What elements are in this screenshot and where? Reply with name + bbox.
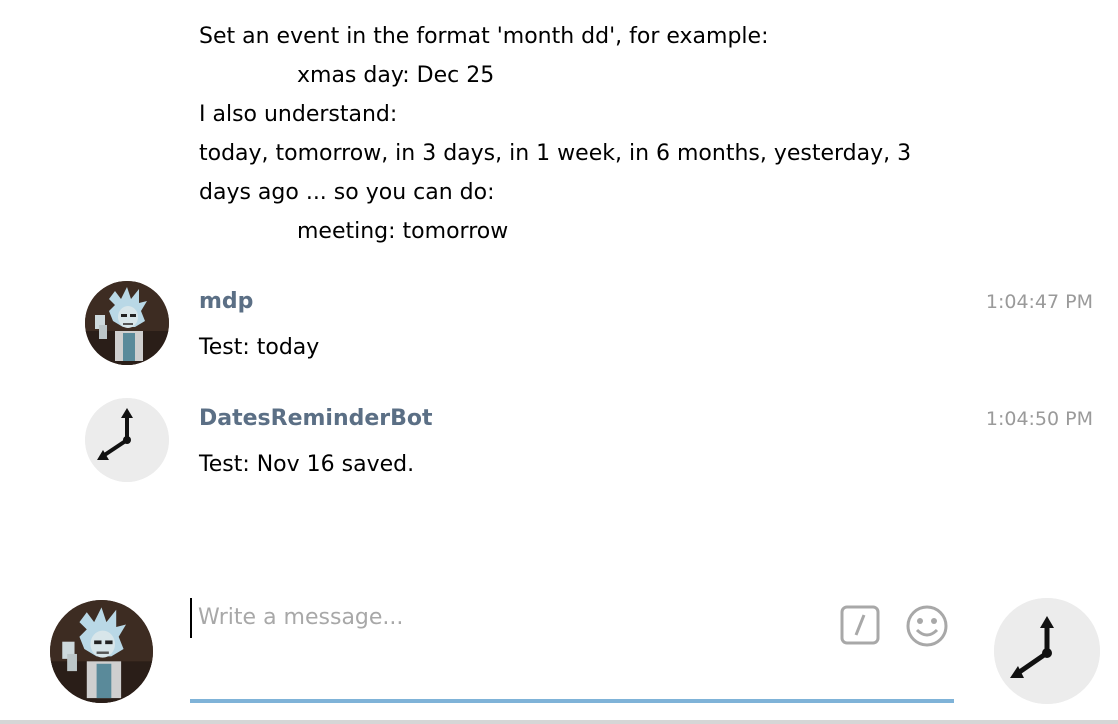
message-text-user: Test: today bbox=[199, 335, 320, 360]
message-time-bot: 1:04:50 PM bbox=[985, 408, 1093, 430]
clock-hands-icon bbox=[85, 398, 169, 482]
bot-avatar[interactable] bbox=[85, 398, 169, 482]
help-line-1: Set an event in the format 'month dd', f… bbox=[199, 24, 769, 49]
message-sender-user[interactable]: mdp bbox=[199, 289, 253, 315]
clock-bot-icon bbox=[994, 598, 1100, 704]
message-time-user: 1:04:47 PM bbox=[985, 291, 1093, 313]
message-input[interactable] bbox=[190, 598, 830, 638]
help-line-2: xmas day: Dec 25 bbox=[297, 63, 495, 88]
self-avatar[interactable] bbox=[50, 600, 153, 703]
help-line-6: meeting: tomorrow bbox=[297, 219, 509, 244]
slash-command-icon bbox=[840, 605, 880, 645]
window-bottom-border bbox=[0, 720, 1118, 724]
input-underline bbox=[190, 699, 954, 703]
clipped-glyph-icon bbox=[199, 0, 229, 3]
help-line-4: today, tomorrow, in 3 days, in 1 week, i… bbox=[199, 141, 912, 166]
smiley-icon bbox=[906, 605, 948, 647]
emoji-button[interactable] bbox=[905, 604, 949, 648]
help-line-5: days ago ... so you can do: bbox=[199, 180, 495, 205]
clipped-text-remnant bbox=[199, 0, 229, 8]
rick-avatar-icon bbox=[50, 600, 153, 703]
message-sender-bot[interactable]: DatesReminderBot bbox=[199, 406, 433, 432]
help-line-3: I also understand: bbox=[199, 102, 398, 127]
commands-button[interactable] bbox=[840, 605, 880, 645]
rick-avatar-icon bbox=[85, 281, 169, 365]
chat-window: Set an event in the format 'month dd', f… bbox=[0, 0, 1118, 724]
message-text-bot: Test: Nov 16 saved. bbox=[199, 452, 415, 477]
user-avatar[interactable] bbox=[85, 281, 169, 365]
send-button[interactable] bbox=[994, 598, 1100, 704]
